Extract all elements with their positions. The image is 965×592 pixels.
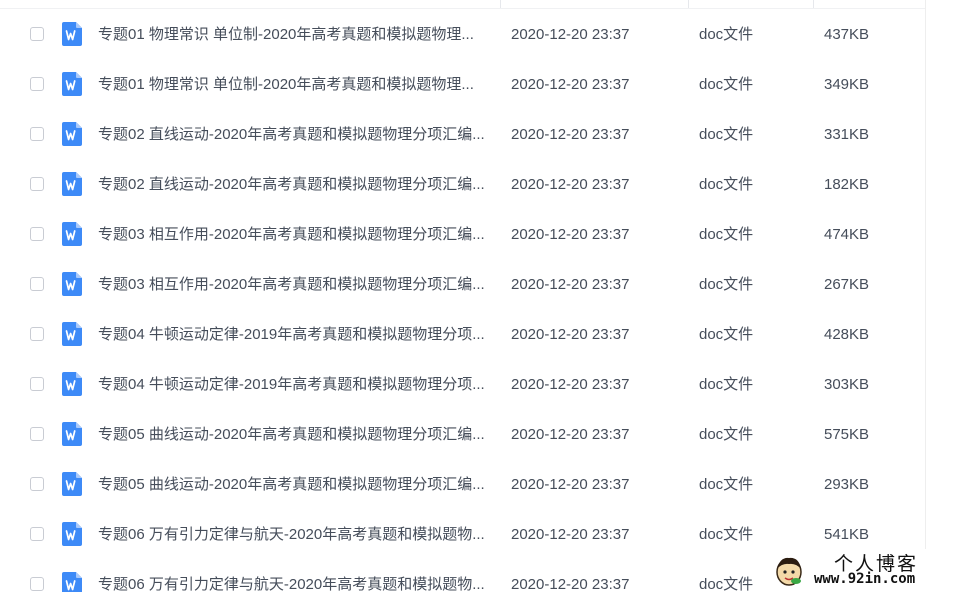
column-divider[interactable]: [688, 0, 689, 8]
file-name[interactable]: 专题01 物理常识 单位制-2020年高考真题和模拟题物理...: [98, 60, 493, 109]
header-border: [0, 8, 925, 9]
row-checkbox[interactable]: [30, 227, 44, 241]
file-row[interactable]: 专题03 相互作用-2020年高考真题和模拟题物理分项汇编... 2020-12-…: [0, 260, 925, 310]
row-checkbox[interactable]: [30, 77, 44, 91]
file-row[interactable]: 专题01 物理常识 单位制-2020年高考真题和模拟题物理... 2020-12-…: [0, 10, 925, 60]
column-divider[interactable]: [500, 0, 501, 8]
file-name[interactable]: 专题01 物理常识 单位制-2020年高考真题和模拟题物理...: [98, 10, 493, 59]
word-doc-icon[interactable]: [62, 22, 82, 46]
word-doc-icon[interactable]: [62, 422, 82, 446]
row-checkbox[interactable]: [30, 327, 44, 341]
modified-date: 2020-12-20 23:37: [511, 26, 630, 43]
word-doc-icon[interactable]: [62, 372, 82, 396]
file-row[interactable]: 专题05 曲线运动-2020年高考真题和模拟题物理分项汇编... 2020-12-…: [0, 460, 925, 510]
word-doc-icon[interactable]: [62, 222, 82, 246]
file-type: doc文件: [699, 26, 754, 43]
column-divider[interactable]: [813, 0, 814, 8]
row-checkbox[interactable]: [30, 527, 44, 541]
file-name[interactable]: 专题06 万有引力定律与航天-2020年高考真题和模拟题物...: [98, 510, 493, 559]
row-checkbox[interactable]: [30, 177, 44, 191]
file-name[interactable]: 专题04 牛顿运动定律-2019年高考真题和模拟题物理分项...: [98, 360, 493, 409]
file-type: doc文件: [699, 326, 754, 343]
row-checkbox[interactable]: [30, 477, 44, 491]
file-name[interactable]: 专题02 直线运动-2020年高考真题和模拟题物理分项汇编...: [98, 160, 493, 209]
word-doc-icon[interactable]: [62, 522, 82, 546]
file-size: 474KB: [824, 226, 870, 243]
file-size: 267KB: [824, 276, 870, 293]
file-size: 293KB: [824, 476, 870, 493]
file-size: 428KB: [824, 326, 870, 343]
file-size: 575KB: [824, 426, 870, 443]
file-name[interactable]: 专题04 牛顿运动定律-2019年高考真题和模拟题物理分项...: [98, 310, 493, 359]
word-doc-icon[interactable]: [62, 572, 82, 592]
file-type: doc文件: [699, 576, 754, 592]
file-name[interactable]: 专题05 曲线运动-2020年高考真题和模拟题物理分项汇编...: [98, 460, 493, 509]
modified-date: 2020-12-20 23:37: [511, 276, 630, 293]
file-row[interactable]: 专题02 直线运动-2020年高考真题和模拟题物理分项汇编... 2020-12-…: [0, 160, 925, 210]
file-type: doc文件: [699, 526, 754, 543]
word-doc-icon[interactable]: [62, 122, 82, 146]
file-type: doc文件: [699, 76, 754, 93]
file-row[interactable]: 专题04 牛顿运动定律-2019年高考真题和模拟题物理分项... 2020-12-…: [0, 360, 925, 410]
modified-date: 2020-12-20 23:37: [511, 326, 630, 343]
file-row[interactable]: 专题03 相互作用-2020年高考真题和模拟题物理分项汇编... 2020-12-…: [0, 210, 925, 260]
file-row[interactable]: 专题05 曲线运动-2020年高考真题和模拟题物理分项汇编... 2020-12-…: [0, 410, 925, 460]
file-type: doc文件: [699, 226, 754, 243]
file-size: 182KB: [824, 176, 870, 193]
file-type: doc文件: [699, 126, 754, 143]
word-doc-icon[interactable]: [62, 172, 82, 196]
side-panel-edge: [925, 0, 965, 592]
modified-date: 2020-12-20 23:37: [511, 376, 630, 393]
avatar-icon: [776, 557, 802, 586]
file-type: doc文件: [699, 276, 754, 293]
file-type: doc文件: [699, 376, 754, 393]
file-size: 349KB: [824, 76, 870, 93]
modified-date: 2020-12-20 23:37: [511, 526, 630, 543]
file-list: 专题01 物理常识 单位制-2020年高考真题和模拟题物理... 2020-12-…: [0, 10, 925, 592]
row-checkbox[interactable]: [30, 127, 44, 141]
row-checkbox[interactable]: [30, 277, 44, 291]
row-checkbox[interactable]: [30, 427, 44, 441]
row-checkbox[interactable]: [30, 27, 44, 41]
modified-date: 2020-12-20 23:37: [511, 426, 630, 443]
file-name[interactable]: 专题06 万有引力定律与航天-2020年高考真题和模拟题物...: [98, 560, 493, 592]
modified-date: 2020-12-20 23:37: [511, 176, 630, 193]
file-size: 303KB: [824, 376, 870, 393]
watermark-url: www.92in.com: [814, 571, 916, 587]
file-browser: 专题01 物理常识 单位制-2020年高考真题和模拟题物理... 2020-12-…: [0, 0, 965, 592]
word-doc-icon[interactable]: [62, 272, 82, 296]
word-doc-icon[interactable]: [62, 472, 82, 496]
modified-date: 2020-12-20 23:37: [511, 226, 630, 243]
file-type: doc文件: [699, 426, 754, 443]
modified-date: 2020-12-20 23:37: [511, 476, 630, 493]
file-size: 331KB: [824, 126, 870, 143]
file-row[interactable]: 专题01 物理常识 单位制-2020年高考真题和模拟题物理... 2020-12-…: [0, 60, 925, 110]
file-name[interactable]: 专题03 相互作用-2020年高考真题和模拟题物理分项汇编...: [98, 260, 493, 309]
file-name[interactable]: 专题05 曲线运动-2020年高考真题和模拟题物理分项汇编...: [98, 410, 493, 459]
modified-date: 2020-12-20 23:37: [511, 126, 630, 143]
word-doc-icon[interactable]: [62, 72, 82, 96]
word-doc-icon[interactable]: [62, 322, 82, 346]
file-name[interactable]: 专题02 直线运动-2020年高考真题和模拟题物理分项汇编...: [98, 110, 493, 159]
file-size: 437KB: [824, 26, 870, 43]
file-type: doc文件: [699, 176, 754, 193]
file-name[interactable]: 专题03 相互作用-2020年高考真题和模拟题物理分项汇编...: [98, 210, 493, 259]
row-checkbox[interactable]: [30, 577, 44, 591]
file-row[interactable]: 专题04 牛顿运动定律-2019年高考真题和模拟题物理分项... 2020-12-…: [0, 310, 925, 360]
file-type: doc文件: [699, 476, 754, 493]
row-checkbox[interactable]: [30, 377, 44, 391]
modified-date: 2020-12-20 23:37: [511, 576, 630, 592]
watermark: 个人博客 www.92in.com: [768, 549, 965, 592]
file-row[interactable]: 专题02 直线运动-2020年高考真题和模拟题物理分项汇编... 2020-12-…: [0, 110, 925, 160]
modified-date: 2020-12-20 23:37: [511, 76, 630, 93]
